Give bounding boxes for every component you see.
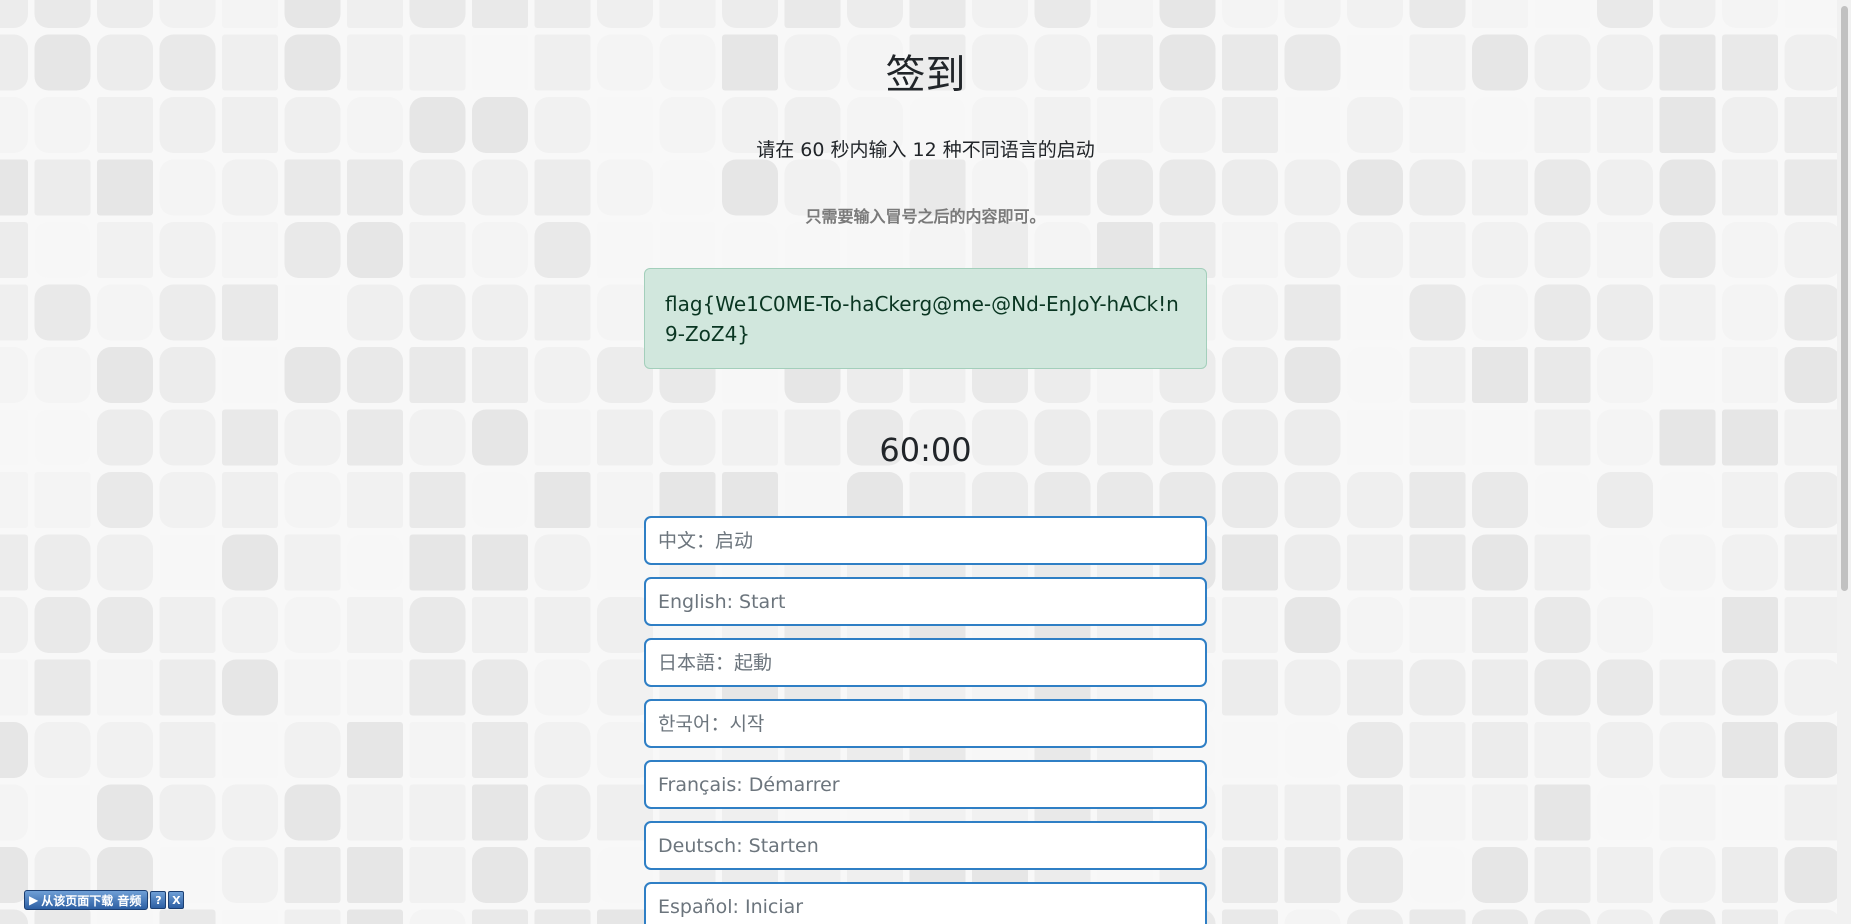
scrollbar[interactable] <box>1837 0 1851 924</box>
page-title: 签到 <box>885 52 966 98</box>
input-japanese[interactable] <box>644 638 1207 687</box>
flag-alert: flag{We1C0ME-To-haCkerg@me-@Nd-EnJoY-hAC… <box>644 268 1207 369</box>
close-icon[interactable]: X <box>168 891 185 909</box>
scrollbar-thumb[interactable] <box>1841 6 1848 591</box>
hint-text: 只需要输入冒号之后的内容即可。 <box>805 207 1046 226</box>
language-inputs <box>644 516 1207 924</box>
download-audio-button[interactable]: ▶ 从该页面下载 音频 <box>24 890 149 910</box>
download-audio-label: 从该页面下载 音频 <box>41 893 142 908</box>
instructions-text: 请在 60 秒内输入 12 种不同语言的启动 <box>756 139 1095 161</box>
input-english[interactable] <box>644 577 1207 626</box>
play-icon: ▶ <box>29 893 39 907</box>
input-spanish[interactable] <box>644 882 1207 924</box>
audio-download-bar: ▶ 从该页面下载 音频 ? X <box>24 890 185 910</box>
input-chinese[interactable] <box>644 516 1207 565</box>
help-icon[interactable]: ? <box>150 891 167 909</box>
countdown-timer: 60:00 <box>879 431 972 469</box>
input-german[interactable] <box>644 821 1207 870</box>
input-french[interactable] <box>644 760 1207 809</box>
input-korean[interactable] <box>644 699 1207 748</box>
